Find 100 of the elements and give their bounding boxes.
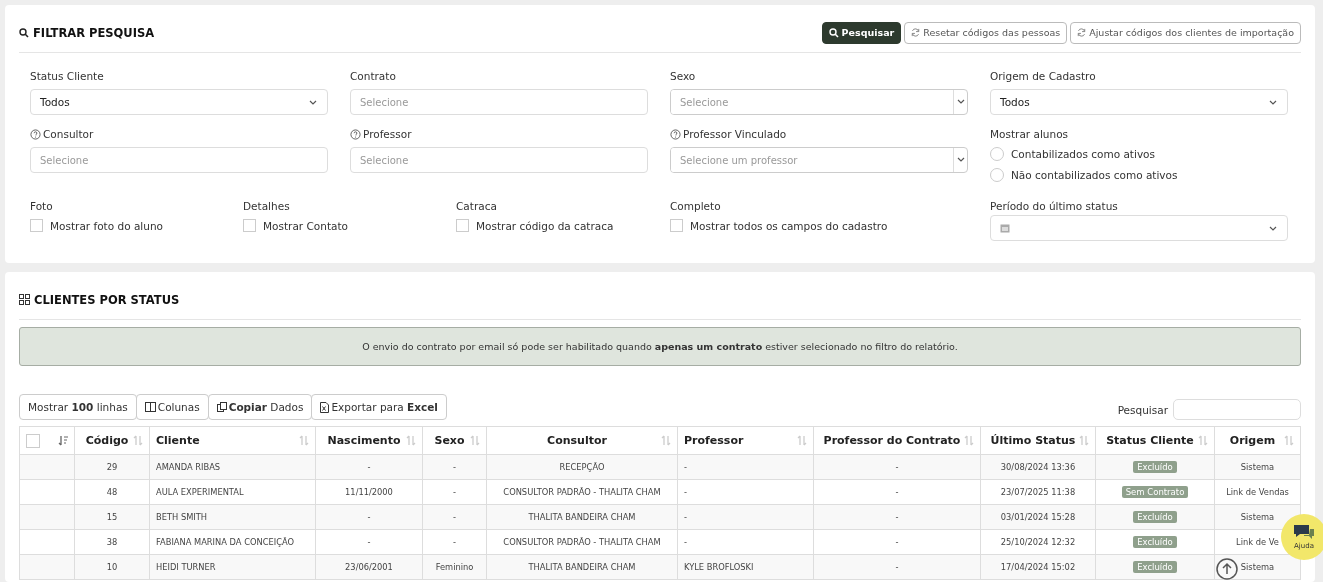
input-field[interactable]: Selecione	[350, 89, 648, 115]
group-label: Foto	[30, 199, 54, 214]
column-header[interactable]: Origem	[1214, 426, 1301, 455]
help-icon	[350, 128, 361, 140]
field-label: Período do último status	[990, 199, 1119, 214]
help-icon	[670, 128, 681, 140]
radio-button[interactable]	[990, 167, 1004, 182]
table-cell: CONSULTOR PADRÃO - THALITA CHAM	[486, 529, 678, 555]
columns-icon	[144, 402, 156, 412]
table-cell: AMANDA RIBAS	[149, 454, 316, 480]
table-cell: 03/01/2024 15:28	[980, 504, 1096, 530]
table-cell: -	[813, 479, 981, 505]
checkbox[interactable]	[670, 219, 683, 232]
panel-title: CLIENTES POR STATUS	[34, 292, 180, 307]
column-header[interactable]: Código	[74, 426, 150, 455]
table-cell: -	[813, 529, 981, 555]
column-header[interactable]: Último Status	[980, 426, 1096, 455]
select-field[interactable]: Todos	[990, 89, 1288, 115]
table-cell	[19, 479, 75, 505]
select-field[interactable]: Todos	[30, 89, 328, 115]
field-label: Contrato	[350, 69, 397, 84]
table-cell: 23/06/2001	[315, 554, 423, 580]
chat-icon	[1293, 524, 1315, 540]
chevron-down-icon	[956, 157, 965, 163]
checkbox[interactable]	[26, 433, 40, 448]
search-icon	[19, 27, 29, 38]
table-cell: -	[677, 529, 814, 555]
checkbox-label: Mostrar foto do aluno	[50, 219, 163, 232]
table-cell	[19, 504, 75, 530]
table-cell: THALITA BANDEIRA CHAM	[486, 504, 678, 530]
input-field[interactable]: Selecione	[350, 147, 648, 173]
field-label: Sexo	[670, 69, 697, 84]
search-button[interactable]: Pesquisar	[821, 21, 902, 44]
table-cell: -	[813, 454, 981, 480]
chevron-down-icon	[956, 99, 965, 105]
table-cell: KYLE BROFLOSKI	[677, 554, 814, 580]
refresh-button[interactable]: Resetar códigos das pessoas	[904, 21, 1068, 44]
column-header[interactable]: Professor	[677, 426, 814, 455]
checkbox-label: Mostrar Contato	[263, 219, 348, 232]
toolbar-button[interactable]: Mostrar 100 linhas	[19, 394, 137, 420]
table-cell: -	[813, 504, 981, 530]
status-badge: Excluído	[1133, 561, 1177, 573]
table-cell: 11/11/2000	[315, 479, 423, 505]
table-cell: BETH SMITH	[149, 504, 316, 530]
checkbox[interactable]	[456, 219, 469, 232]
table-cell: -	[813, 554, 981, 580]
table-cell: -	[315, 529, 423, 555]
column-header[interactable]: Sexo	[422, 426, 487, 455]
search-label: Pesquisar	[1117, 403, 1168, 416]
panel-title: FILTRAR PESQUISA	[33, 25, 155, 40]
search-icon	[828, 27, 839, 38]
table-cell: -	[677, 504, 814, 530]
field-label: Mostrar alunos	[990, 127, 1070, 142]
table-cell: Sistema	[1214, 454, 1301, 480]
chevron-down-icon	[1269, 226, 1277, 232]
table-cell	[19, 529, 75, 555]
calendar-icon	[1000, 223, 1010, 233]
table-cell: THALITA BANDEIRA CHAM	[486, 554, 678, 580]
field-label: Professor Vinculado	[670, 125, 968, 143]
date-range-field[interactable]	[990, 215, 1288, 241]
group-label: Catraca	[456, 199, 498, 214]
table-cell: Link de Vendas	[1214, 479, 1301, 505]
search-field[interactable]	[1173, 399, 1301, 420]
toolbar-button[interactable]: Copiar Dados	[207, 394, 313, 420]
input-field[interactable]: Selecione	[30, 147, 328, 173]
table-cell: RECEPÇÃO	[486, 454, 678, 480]
chevron-down-icon	[1269, 100, 1277, 106]
status-badge: Excluído	[1133, 536, 1177, 548]
table-cell: HEIDI TURNER	[149, 554, 316, 580]
group-label: Completo	[670, 199, 722, 214]
radio-button[interactable]	[990, 146, 1004, 161]
sort-icon[interactable]	[58, 435, 68, 446]
toolbar-button[interactable]: Exportar para Excel	[311, 394, 447, 420]
help-icon	[30, 128, 41, 140]
refresh-icon	[1077, 28, 1087, 37]
column-header[interactable]: Cliente	[149, 426, 316, 455]
table-cell: 25/10/2024 12:32	[980, 529, 1096, 555]
table-cell: FABIANA MARINA DA CONCEIÇÃO	[149, 529, 316, 555]
toolbar-button[interactable]: Colunas	[135, 394, 209, 420]
radio-label: Contabilizados como ativos	[1011, 147, 1155, 160]
copy-icon	[216, 402, 227, 412]
table-cell: -	[677, 454, 814, 480]
radio-label: Não contabilizados como ativos	[1011, 168, 1178, 181]
field-label: Origem de Cadastro	[990, 69, 1097, 84]
table-cell: -	[315, 504, 423, 530]
checkbox[interactable]	[30, 219, 43, 232]
column-header[interactable]: Status Cliente	[1095, 426, 1215, 455]
refresh-button[interactable]: Ajustar códigos dos clientes de importação	[1070, 21, 1301, 44]
checkbox[interactable]	[243, 219, 256, 232]
field-label: Status Cliente	[30, 69, 105, 84]
column-header[interactable]: Professor do Contrato	[813, 426, 981, 455]
table-cell: AULA EXPERIMENTAL	[149, 479, 316, 505]
status-badge: Excluído	[1133, 461, 1177, 473]
column-header[interactable]: Nascimento	[315, 426, 423, 455]
spreadsheet-icon	[320, 401, 330, 413]
field-label: Professor	[350, 125, 648, 143]
scroll-top-icon[interactable]	[1216, 558, 1238, 580]
column-header[interactable]: Consultor	[486, 426, 678, 455]
grid-icon	[19, 294, 30, 305]
chevron-down-icon	[309, 100, 317, 106]
